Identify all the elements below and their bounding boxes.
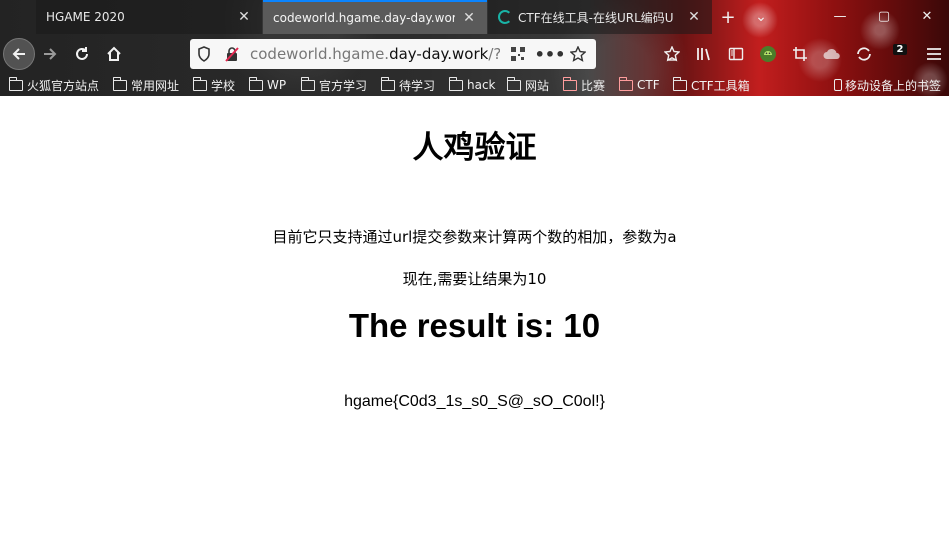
tab-title: CTF在线工具-在线URL编码U [518,10,674,25]
bookmark-label: 待学习 [399,78,436,93]
bookmark-folder-school[interactable]: 学校 [193,76,235,94]
minimize-button[interactable]: — [818,0,862,32]
flag-text: hgame{C0d3_1s_s0_S@_sO_C0ol!} [344,393,605,410]
requirement-text: 现在,需要让结果为10 [402,270,547,288]
tab-close-icon[interactable]: ✕ [236,9,252,25]
bookmark-folder-contest[interactable]: 比赛 [563,76,605,94]
bookmark-folder-firefox[interactable]: 火狐官方站点 [9,76,99,94]
tab-title: codeworld.hgame.day-day.work/?a [273,11,455,25]
pocket-icon[interactable] [656,38,688,70]
bookmark-label: WP [267,78,287,92]
menu-button[interactable] [918,38,949,70]
bookmark-label: 比赛 [581,78,606,93]
insecure-lock-icon[interactable] [224,46,240,62]
folder-icon [507,76,521,91]
bookmark-folder-wp[interactable]: WP [249,76,286,94]
reload-button[interactable] [66,38,98,70]
url-text[interactable]: codeworld.hgame.day-day.work/?a [250,39,500,69]
screenshot-extension-icon[interactable] [784,38,816,70]
mobile-device-icon [834,79,842,91]
url-path: /?a [488,45,500,63]
tab-close-icon[interactable]: ✕ [686,9,702,25]
folder-icon [249,76,263,91]
bookmark-folder-ctf[interactable]: CTF [619,76,660,94]
bookmark-label: CTF工具箱 [691,78,750,93]
cloud-extension-icon[interactable] [816,38,848,70]
forward-button[interactable] [34,38,66,70]
bookmark-folder-hack[interactable]: hack [449,76,496,94]
folder-icon [381,76,395,91]
hamburger-menu-icon [927,48,941,60]
tab-bar: HGAME 2020 ✕ codeworld.hgame.day-day.wor… [0,0,949,34]
sidebar-icon[interactable] [720,38,752,70]
back-button[interactable] [3,38,35,70]
android-extension-icon[interactable] [752,38,784,70]
page-actions-icon[interactable]: ••• [535,45,566,64]
folder-icon [563,76,577,91]
folder-icon [619,76,633,91]
bookmark-label: hack [467,78,496,92]
tab-codeworld[interactable]: codeworld.hgame.day-day.work/?a ✕ [263,0,487,34]
page-title: 人鸡验证 [412,130,537,166]
description-text: 目前它只支持通过url提交参数来计算两个数的相加，参数为a [272,228,677,246]
bookmark-folder-ctf-tools[interactable]: CTF工具箱 [673,76,750,94]
library-icon[interactable] [688,38,720,70]
nav-bar: codeworld.hgame.day-day.work/?a ••• [0,34,949,74]
url-domain: day-day.work [389,45,489,63]
result-heading: The result is: 10 [348,307,601,344]
folder-icon [673,76,687,91]
folder-icon [113,76,127,91]
tab-list-button[interactable]: ⌄ [746,0,776,34]
folder-icon [193,76,207,91]
tab-close-icon[interactable]: ✕ [461,10,477,26]
folder-icon [449,76,463,91]
bookmark-folder-common[interactable]: 常用网址 [113,76,179,94]
extensions-counter[interactable]: 2 [884,38,916,70]
browser-chrome: HGAME 2020 ✕ codeworld.hgame.day-day.wor… [0,0,949,96]
bookmark-label: 网站 [525,78,550,93]
ctf-favicon-icon [498,10,512,24]
bookmark-label: 常用网址 [131,78,180,93]
mobile-bookmarks[interactable]: 移动设备上的书签 [834,76,941,94]
qr-code-icon[interactable] [510,46,526,62]
bookmark-label: 学校 [211,78,236,93]
sync-extension-icon[interactable] [848,38,880,70]
back-arrow-icon [12,48,25,60]
tracking-shield-icon[interactable] [196,46,212,62]
url-prefix: codeworld.hgame. [250,45,390,63]
tab-ctf-tools[interactable]: CTF在线工具-在线URL编码U ✕ [488,0,712,34]
bookmark-star-icon[interactable] [570,46,586,62]
bookmarks-bar: 火狐官方站点 常用网址 学校 WP 官方学习 待学习 hack 网站 比赛 CT… [0,74,949,96]
bookmark-folder-official[interactable]: 官方学习 [301,76,367,94]
mobile-bookmarks-label: 移动设备上的书签 [845,78,942,93]
url-bar[interactable]: codeworld.hgame.day-day.work/?a ••• [190,39,596,69]
bookmark-label: 官方学习 [319,78,368,93]
folder-icon [9,76,23,91]
home-button[interactable] [98,38,130,70]
bookmark-label: 火狐官方站点 [27,78,100,93]
home-icon [107,46,121,61]
tab-title: HGAME 2020 [46,10,125,24]
maximize-button[interactable]: ▢ [862,0,906,32]
bookmark-folder-sites[interactable]: 网站 [507,76,549,94]
reload-icon [76,47,88,60]
folder-icon [301,76,315,91]
extensions-badge: 2 [892,43,908,55]
new-tab-button[interactable]: + [713,0,743,34]
forward-arrow-icon [44,48,57,60]
page-content: 人鸡验证 目前它只支持通过url提交参数来计算两个数的相加，参数为a 现在,需要… [0,96,949,557]
bookmark-label: CTF [637,78,660,92]
bookmark-folder-todo[interactable]: 待学习 [381,76,435,94]
tab-hgame[interactable]: HGAME 2020 ✕ [36,0,262,34]
window-close-button[interactable]: ✕ [905,0,949,32]
